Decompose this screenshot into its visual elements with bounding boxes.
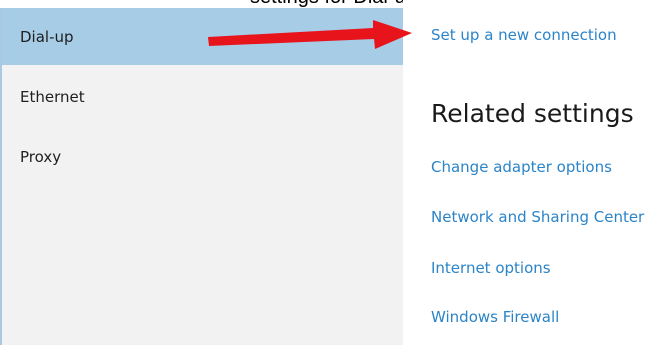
nav-pane: Dial-up Ethernet Proxy (0, 8, 403, 345)
nav-item-label: Proxy (20, 147, 62, 166)
related-settings-heading: Related settings (431, 99, 634, 128)
nav-item-dial-up[interactable]: Dial-up (2, 8, 403, 65)
settings-window: settings for Dial-up, Ethernet and Proxy… (0, 0, 666, 345)
nav-item-label: Dial-up (20, 27, 74, 46)
nav-item-label: Ethernet (20, 87, 85, 106)
setup-new-connection-link[interactable]: Set up a new connection (431, 26, 617, 44)
content-pane: Set up a new connection Related settings… (403, 0, 666, 345)
nav-item-proxy[interactable]: Proxy (2, 128, 403, 185)
windows-firewall-link[interactable]: Windows Firewall (431, 308, 559, 326)
change-adapter-options-link[interactable]: Change adapter options (431, 158, 612, 176)
internet-options-link[interactable]: Internet options (431, 259, 551, 277)
network-sharing-center-link[interactable]: Network and Sharing Center (431, 208, 644, 226)
nav-item-ethernet[interactable]: Ethernet (2, 68, 403, 125)
